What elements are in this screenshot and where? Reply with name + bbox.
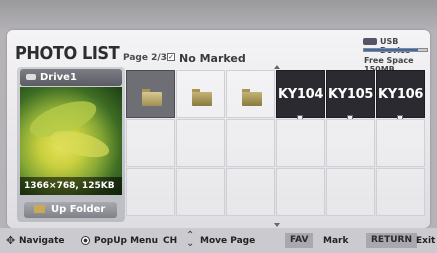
empty-cell [376, 119, 425, 167]
file-name: KY105 [327, 87, 374, 102]
file-name: KY104 [277, 87, 324, 102]
empty-cell [276, 119, 325, 167]
empty-cell [226, 168, 275, 216]
up-folder-button[interactable]: Up Folder [24, 202, 117, 218]
preview-thumbnail: 1366×768, 125KB [20, 87, 122, 195]
preview-pane: Drive1 1366×768, 125KB Up Folder [17, 67, 125, 222]
empty-cell [376, 168, 425, 216]
empty-cell [276, 168, 325, 216]
usb-icon [363, 38, 377, 45]
empty-cell [326, 119, 375, 167]
folder-cell[interactable] [126, 70, 175, 118]
return-key[interactable]: RETURN [366, 233, 417, 248]
file-name: KY106 [377, 87, 424, 102]
usb-usage-bar [363, 48, 428, 52]
empty-cell [176, 168, 225, 216]
empty-cell [126, 168, 175, 216]
usb-usage-fill [364, 49, 418, 51]
scroll-up-arrow-icon[interactable] [274, 65, 280, 69]
empty-cell [226, 119, 275, 167]
empty-cell [126, 119, 175, 167]
drive-name: Drive1 [40, 72, 77, 83]
up-folder-label: Up Folder [51, 204, 106, 215]
file-cell[interactable]: KY104 [276, 70, 325, 120]
empty-cell [176, 119, 225, 167]
up-folder-icon [34, 205, 45, 213]
footer-bar: ✥ Navigate PopUp Menu CH ⌃ ⌄ Move Page FA… [0, 228, 437, 253]
ok-button-icon [81, 236, 90, 245]
mark-status: No Marked [179, 52, 246, 65]
drive-label[interactable]: Drive1 [20, 69, 122, 86]
fav-key[interactable]: FAV [285, 233, 314, 248]
navigate-arrows-icon: ✥ [6, 234, 16, 247]
move-page-label: Move Page [200, 236, 256, 246]
folder-icon [192, 89, 212, 106]
page-indicator: Page 2/3 [123, 53, 167, 63]
leaf-shape [48, 125, 112, 163]
folder-icon [142, 89, 162, 106]
exit-label: Exit [416, 236, 436, 246]
folder-cell[interactable] [226, 70, 275, 118]
file-cell[interactable]: KY106 [376, 70, 425, 120]
ch-updown-icon: ⌃ ⌄ [186, 230, 195, 249]
empty-cell [326, 168, 375, 216]
page-title: PHOTO LIST [15, 43, 120, 64]
file-cell[interactable]: KY105 [326, 70, 375, 120]
mark-check-icon: ✓ [167, 53, 175, 61]
photo-grid: KY104 KY105 KY106 [126, 70, 425, 216]
image-info: 1366×768, 125KB [20, 177, 122, 195]
mark-label: Mark [323, 236, 349, 246]
popup-menu-label: PopUp Menu [94, 236, 158, 246]
drive-icon [26, 74, 36, 80]
photo-list-panel: PHOTO LIST Page 2/3 ✓ No Marked USB Devi… [7, 30, 430, 228]
folder-icon [242, 89, 262, 106]
scroll-down-arrow-icon[interactable] [274, 223, 280, 227]
navigate-label: Navigate [19, 236, 65, 246]
top-band [0, 0, 437, 30]
ch-label: CH [163, 236, 178, 246]
usb-device-label: USB Device [380, 37, 410, 55]
folder-cell[interactable] [176, 70, 225, 118]
